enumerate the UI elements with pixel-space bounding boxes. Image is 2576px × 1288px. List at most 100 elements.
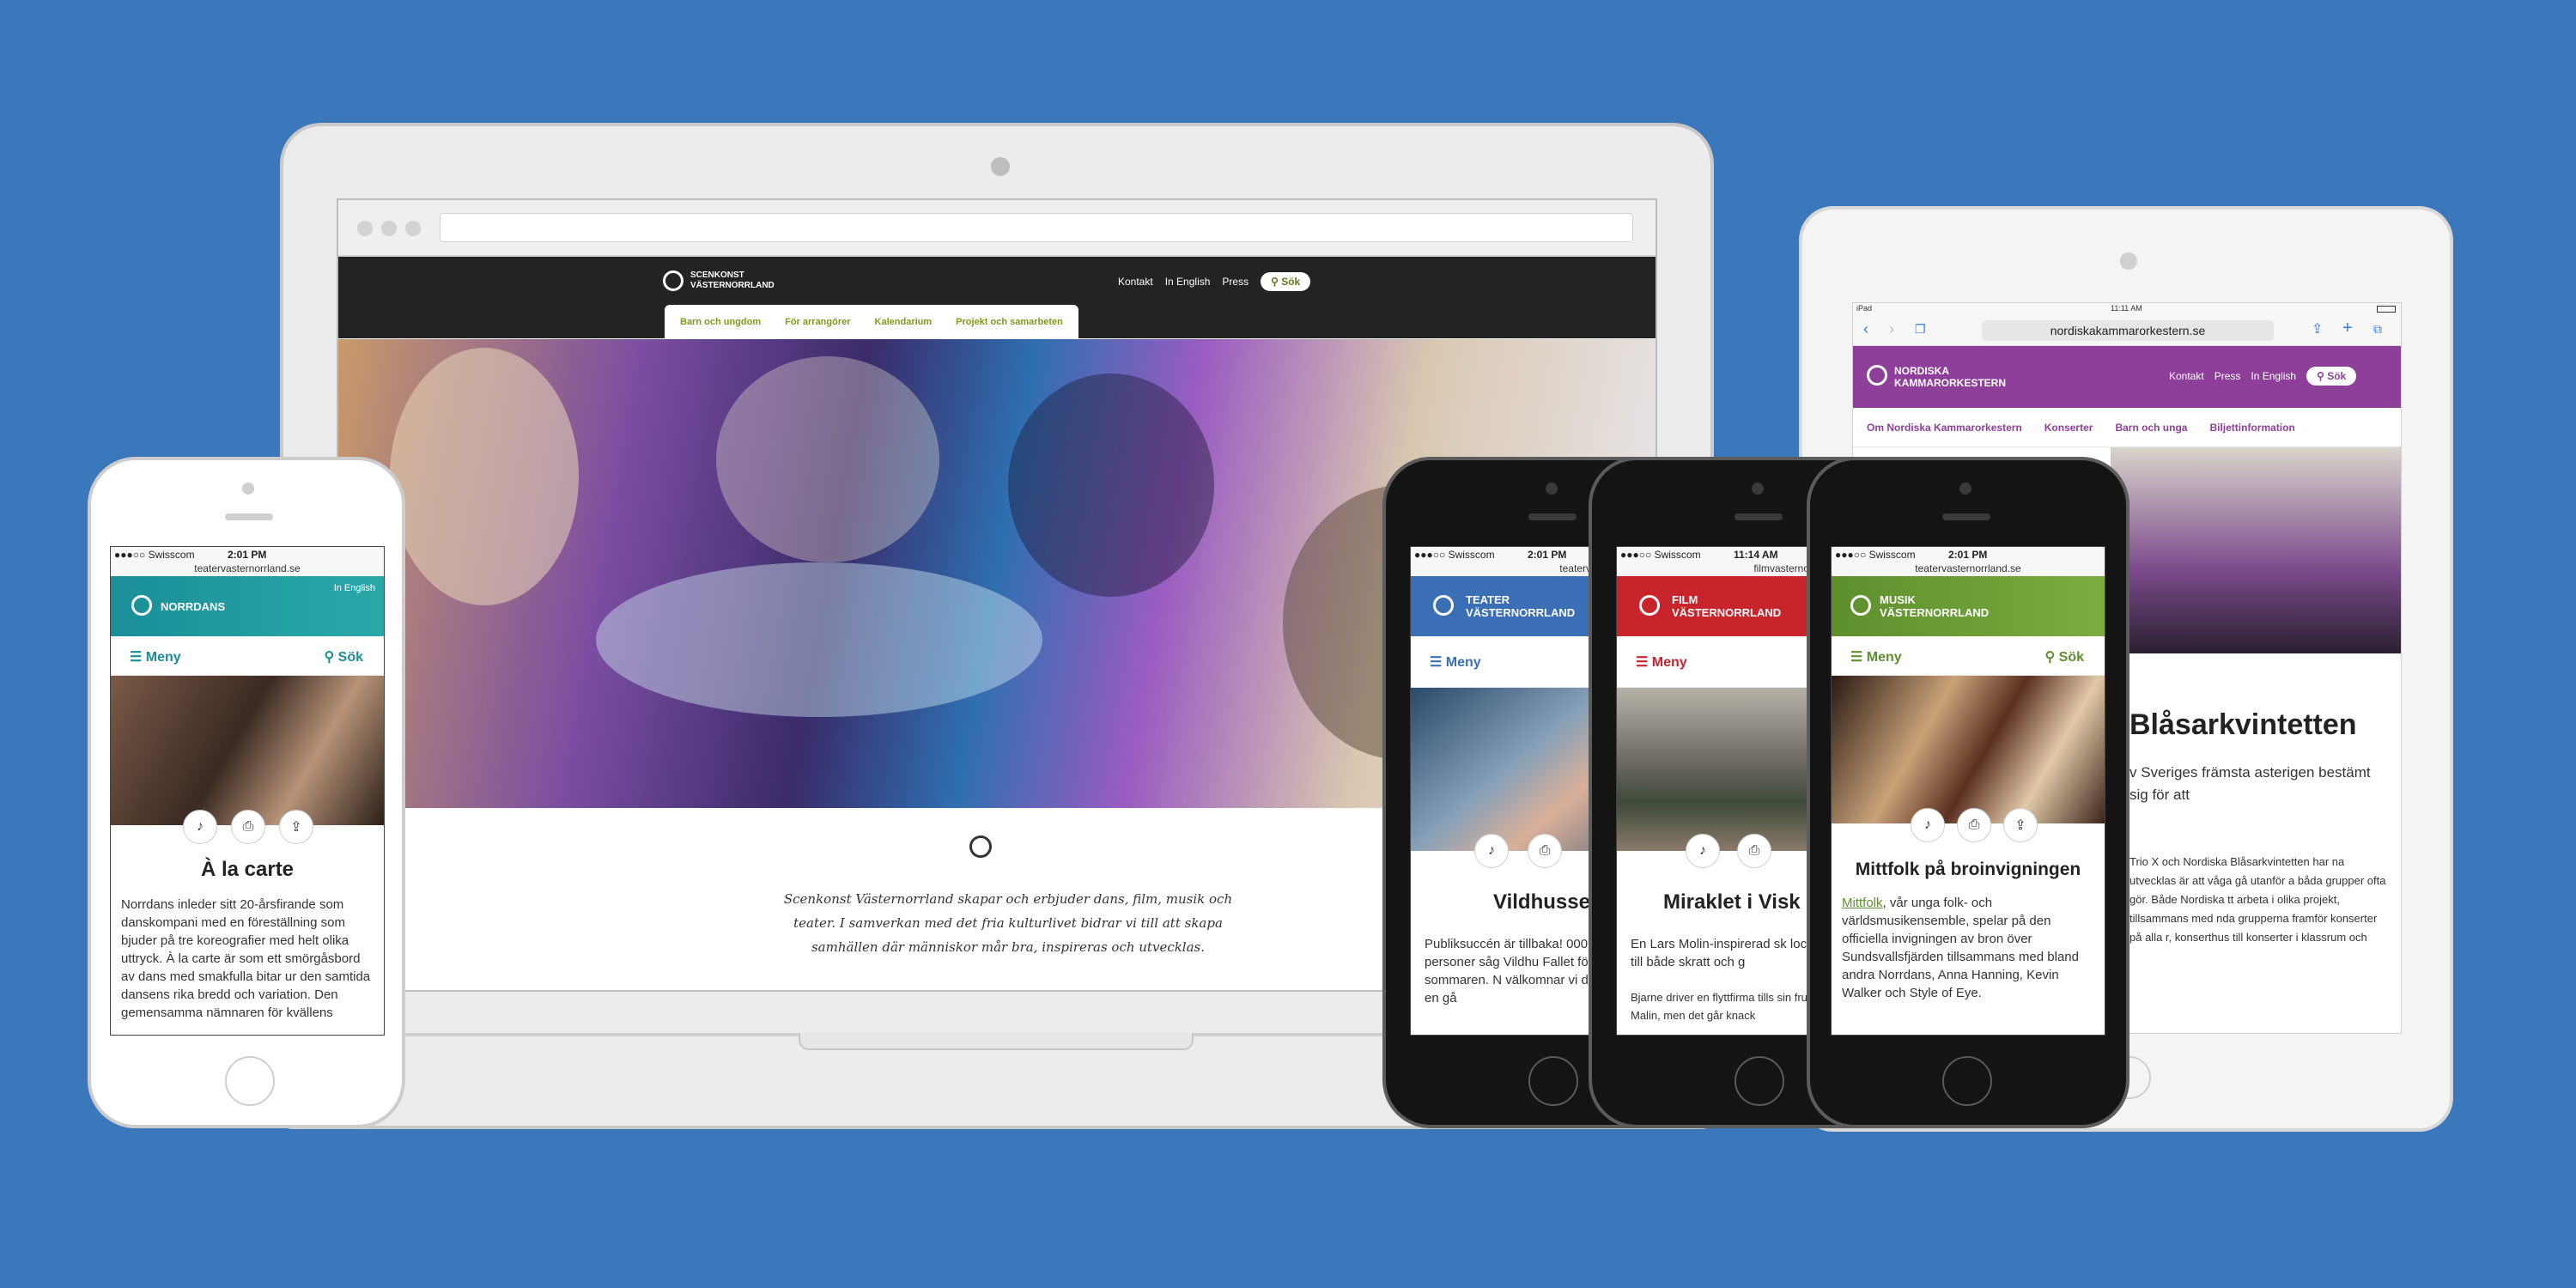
device-label: iPad: [1856, 304, 1873, 313]
search-button[interactable]: ⚲ Sök: [2044, 648, 2084, 665]
phone-musik: ●●●○○ Swisscom 2:01 PM teatervasternorrl…: [1807, 457, 2129, 1128]
window-dot[interactable]: [357, 221, 373, 236]
status-time: 11:11 AM: [2111, 304, 2142, 313]
phone-speaker: [225, 513, 273, 520]
site-logo[interactable]: NORDISKA KAMMARORKESTERN: [1894, 365, 2006, 389]
article-text: Mittfolk, vår unga folk- och världsmusik…: [1842, 894, 2099, 1002]
search-button[interactable]: ⚲ Sök: [324, 648, 363, 665]
status-time: 2:01 PM: [228, 549, 267, 561]
status-bar: iPad 11:11 AM: [1853, 303, 2401, 315]
hero-figure: [390, 348, 579, 605]
hero-figure: [716, 356, 939, 562]
print-icon[interactable]: ⎙: [1528, 834, 1562, 868]
in-english-link[interactable]: In English: [334, 583, 375, 593]
brand-name[interactable]: MUSIK VÄSTERNORRLAND: [1880, 593, 1989, 619]
home-button[interactable]: [1528, 1056, 1578, 1106]
search-icon: ⚲: [2317, 370, 2328, 382]
nav-link-press[interactable]: Press: [2215, 370, 2241, 382]
battery-icon: [2377, 306, 2396, 313]
search-button[interactable]: ⚲ Sök: [1261, 272, 1311, 291]
logo-icon: [1433, 595, 1454, 616]
hamburger-icon: ☰: [1636, 655, 1652, 670]
tab-for-arrangorer[interactable]: För arrangörer: [785, 317, 850, 327]
share-icon[interactable]: ⇪: [2312, 320, 2323, 337]
tab-om[interactable]: Om Nordiska Kammarorkestern: [1867, 422, 2022, 434]
article-text: Norrdans inleder sitt 20-årsfirande som …: [121, 897, 371, 1020]
share-icon[interactable]: ⇪: [2003, 808, 2038, 842]
ensemble-photo: [2111, 447, 2401, 653]
listen-icon[interactable]: ♪: [1474, 834, 1509, 868]
main-nav: Om Nordiska Kammarorkestern Konserter Ba…: [1853, 408, 2401, 447]
forward-icon[interactable]: ›: [1889, 320, 1894, 338]
phone-speaker: [1942, 513, 1990, 520]
brand-name[interactable]: TEATER VÄSTERNORRLAND: [1466, 593, 1575, 619]
share-icon[interactable]: ⇪: [279, 810, 313, 844]
brand-line: VÄSTERNORRLAND: [1466, 606, 1576, 619]
logo-icon: [1639, 595, 1660, 616]
tab-konserter[interactable]: Konserter: [2044, 422, 2093, 434]
brand-name[interactable]: FILM VÄSTERNORRLAND: [1672, 593, 1781, 619]
bookmarks-icon[interactable]: ❒: [1915, 322, 1926, 337]
carrier: ●●●○○ Swisscom: [114, 549, 195, 561]
article-title: Mittfolk på broinvigningen: [1855, 860, 2081, 879]
address-bar[interactable]: [440, 213, 1633, 242]
main-tabs: Barn och ungdom För arrangörer Kalendari…: [665, 305, 1078, 339]
mittfolk-link[interactable]: Mittfolk: [1842, 896, 1883, 910]
tabs-icon[interactable]: ⧉: [2373, 322, 2382, 337]
listen-icon[interactable]: ♪: [1911, 808, 1945, 842]
print-icon[interactable]: ⎙: [1957, 808, 1991, 842]
address-bar[interactable]: teatervasternorrland.se: [1832, 562, 2105, 574]
nav-link-in-english[interactable]: In English: [1165, 276, 1211, 288]
tab-projekt[interactable]: Projekt och samarbeten: [956, 317, 1063, 327]
carrier: ●●●○○ Swisscom: [1414, 549, 1495, 561]
body-text: Trio X och Nordiska Blåsarkvintetten har…: [2129, 855, 2386, 944]
menu-button[interactable]: ☰ Meny: [1850, 648, 1902, 665]
print-icon[interactable]: ⎙: [231, 810, 265, 844]
hero-figure: [596, 562, 1042, 717]
nav-link-kontakt[interactable]: Kontakt: [1118, 276, 1153, 288]
brand-line: TEATER: [1466, 593, 1510, 606]
home-button[interactable]: [225, 1056, 275, 1106]
home-button[interactable]: [1942, 1056, 1992, 1106]
listen-icon[interactable]: ♪: [1686, 834, 1720, 868]
address-bar[interactable]: teatervasternorrland.se: [111, 562, 384, 574]
window-dot[interactable]: [405, 221, 421, 236]
search-button[interactable]: ⚲ Sök: [2306, 367, 2357, 386]
article-text-body: , vår unga folk- och världsmusikensemble…: [1842, 896, 2079, 1000]
article-image: [1832, 676, 2105, 823]
site-logo[interactable]: SCENKONST VÄSTERNORRLAND: [690, 270, 775, 291]
menu-button[interactable]: ☰ Meny: [130, 648, 181, 665]
header-nav: Kontakt Press In English ⚲ Sök: [2169, 367, 2357, 386]
tab-barn-och-unga[interactable]: Barn och unga: [2115, 422, 2187, 434]
new-tab-icon[interactable]: +: [2342, 319, 2353, 338]
lead-text: v Sveriges främsta asterigen bestämt sig…: [2129, 764, 2371, 803]
phone-screen: ●●●○○ Swisscom 2:01 PM teatervasternorrl…: [1831, 546, 2105, 1036]
nav-link-kontakt[interactable]: Kontakt: [2169, 370, 2204, 382]
status-time: 2:01 PM: [1528, 549, 1567, 561]
menu-label: Meny: [1651, 655, 1687, 670]
listen-icon[interactable]: ♪: [183, 810, 217, 844]
article-title: Miraklet i Visk: [1663, 890, 1801, 914]
address-bar[interactable]: nordiskakammarorkestern.se: [1982, 320, 2274, 341]
search-icon: ⚲: [324, 650, 338, 665]
brand-line: MUSIK: [1880, 593, 1916, 606]
laptop-notch: [799, 1033, 1194, 1050]
phone-camera: [242, 483, 254, 495]
tab-kalendarium[interactable]: Kalendarium: [875, 317, 933, 327]
carrier: ●●●○○ Swisscom: [1835, 549, 1916, 561]
tab-barn-och-ungdom[interactable]: Barn och ungdom: [680, 317, 761, 327]
menu-button[interactable]: ☰ Meny: [1430, 653, 1481, 671]
brand-name[interactable]: NORRDANS: [161, 600, 225, 613]
nav-link-in-english[interactable]: In English: [2251, 370, 2296, 382]
nav-link-press[interactable]: Press: [1222, 276, 1249, 288]
search-label: Sök: [1281, 276, 1301, 288]
menu-button[interactable]: ☰ Meny: [1636, 653, 1687, 671]
brand-line: VÄSTERNORRLAND: [1880, 606, 1990, 619]
print-icon[interactable]: ⎙: [1737, 834, 1771, 868]
home-button[interactable]: [1735, 1056, 1784, 1106]
tab-biljettinformation[interactable]: Biljettinformation: [2209, 422, 2294, 434]
window-dot[interactable]: [381, 221, 397, 236]
search-label: Sök: [2058, 650, 2084, 665]
phone-speaker: [1528, 513, 1577, 520]
back-icon[interactable]: ‹: [1863, 320, 1868, 338]
